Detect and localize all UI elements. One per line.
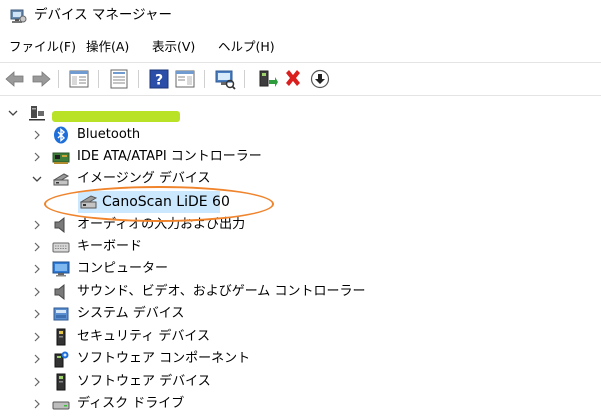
tree-node-label: ディスク ドライブ [77,396,185,411]
title-bar: デバイス マネージャー [0,0,601,32]
system-device-icon [53,307,69,321]
chevron-right-icon[interactable] [30,150,44,164]
tree-node-keyboard[interactable]: キーボード [0,236,601,258]
tree-node-label: Bluetooth [77,127,141,142]
software-device-icon [56,373,66,391]
tree-node-system-devices[interactable]: システム デバイス [0,303,601,325]
chevron-right-icon[interactable] [30,262,44,276]
keyboard-icon [52,242,70,253]
action-pane-icon[interactable] [174,68,196,90]
ide-controller-icon [52,152,70,164]
tree-node-label: システム デバイス [77,306,185,321]
speaker-icon [54,216,65,234]
tree-node-label: ソフトウェア デバイス [77,374,211,389]
tree-node-label: キーボード [77,239,143,254]
update-driver-icon[interactable] [256,68,278,90]
chevron-right-icon[interactable] [30,128,44,142]
chevron-right-icon[interactable] [30,352,44,366]
imaging-device-icon [52,173,70,186]
help-icon[interactable]: ? [148,68,170,90]
download-arrow-icon[interactable] [309,68,331,90]
tree-node-label: サウンド、ビデオ、およびゲーム コントローラー [77,284,366,299]
tree-node-disk-drives[interactable]: ディスク ドライブ [0,393,601,415]
chevron-right-icon[interactable] [30,397,44,411]
tree-node-sound-video-game[interactable]: サウンド、ビデオ、およびゲーム コントローラー [0,281,601,303]
chevron-down-icon[interactable] [30,172,44,186]
tree-node-security-devices[interactable]: セキュリティ デバイス [0,326,601,348]
forward-arrow-icon[interactable] [30,68,52,90]
software-component-icon [54,351,69,368]
back-arrow-icon[interactable] [4,68,26,90]
tree-node-software-components[interactable]: ソフトウェア コンポーネント [0,348,601,370]
scanner-icon [80,195,98,209]
tree-node-label: CanoScan LiDE 60 [102,194,230,210]
disk-drive-icon [52,401,70,410]
tree-node-imaging-devices[interactable]: イメージング デバイス [0,168,601,190]
tree-node-label: イメージング デバイス [77,171,211,186]
menu-view[interactable]: 表示(V) [152,36,195,58]
menu-action[interactable]: 操作(A) [86,36,129,58]
menu-file[interactable]: ファイル(F) [9,36,76,58]
chevron-right-icon[interactable] [30,307,44,321]
chevron-right-icon[interactable] [30,240,44,254]
tree-node-label: オーディオの入力および出力 [77,217,246,232]
bluetooth-icon [54,126,68,144]
properties-icon[interactable] [108,68,130,90]
tree-node-label: ソフトウェア コンポーネント [77,351,251,366]
show-hide-console-tree-icon[interactable] [68,68,90,90]
tree-node-computer[interactable]: コンピューター [0,258,601,280]
security-device-icon [56,328,66,346]
tree-node-software-devices[interactable]: ソフトウェア デバイス [0,371,601,393]
scan-hardware-changes-icon[interactable] [214,68,236,90]
device-manager-icon [10,9,27,23]
chevron-down-icon[interactable] [6,106,20,120]
tree-node-label: コンピューター [77,261,169,276]
tree-node-label: セキュリティ デバイス [77,329,210,344]
chevron-right-icon[interactable] [30,218,44,232]
menu-help[interactable]: ヘルプ(H) [218,36,275,58]
monitor-icon [52,261,70,277]
tree-node-canoscan-lide-60[interactable]: CanoScan LiDE 60 [0,191,601,213]
device-tree: Bluetooth IDE ATA/ATAPI コントローラー イメージング デ… [0,100,601,419]
chevron-right-icon[interactable] [30,330,44,344]
tree-node-ide-ata-atapi[interactable]: IDE ATA/ATAPI コントローラー [0,146,601,168]
chevron-right-icon[interactable] [30,375,44,389]
chevron-right-icon[interactable] [30,285,44,299]
computer-name-redacted [52,111,180,122]
toolbar: ? [0,62,601,96]
computer-network-icon [29,106,45,121]
tree-node-audio-inputs-outputs[interactable]: オーディオの入力および出力 [0,214,601,236]
svg-text:?: ? [155,73,163,89]
menu-bar: ファイル(F) 操作(A) 表示(V) ヘルプ(H) [0,36,601,58]
uninstall-device-icon[interactable] [282,68,304,90]
tree-node-label: IDE ATA/ATAPI コントローラー [77,149,262,164]
tree-root-node[interactable] [0,102,601,124]
window-title: デバイス マネージャー [34,7,172,23]
tree-node-bluetooth[interactable]: Bluetooth [0,124,601,146]
speaker-icon [54,283,65,301]
